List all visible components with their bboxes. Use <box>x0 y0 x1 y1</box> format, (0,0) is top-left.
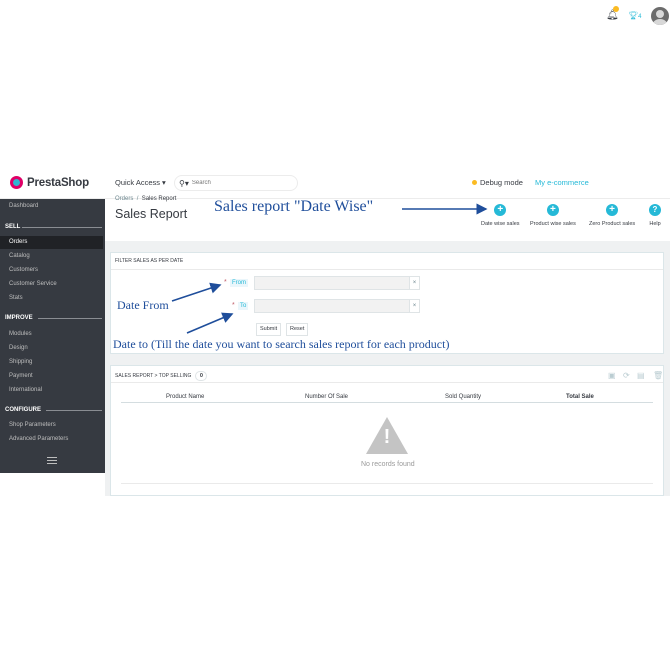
sidebar-divider <box>22 227 102 228</box>
clear-to-icon[interactable]: × <box>409 300 419 312</box>
sidebar: Dashboard SELL Orders Catalog Customers … <box>0 199 105 473</box>
trophy-icon[interactable]: 🏆︎4 <box>628 11 642 20</box>
reset-button[interactable]: Reset <box>286 323 309 336</box>
search-input[interactable] <box>191 180 282 186</box>
plus-circle-icon: + <box>606 204 619 216</box>
debug-mode-label: Debug mode <box>480 178 523 187</box>
top-bar: PrestaShop Quick Access ▾ ⚲▾ Debug mode … <box>0 167 670 199</box>
panel-divider <box>111 382 663 383</box>
sidebar-item-orders[interactable]: Orders <box>0 236 103 249</box>
sidebar-item-shop-parameters[interactable]: Shop Parameters <box>9 422 56 428</box>
filter-panel-title: FILTER SALES AS PER DATE <box>115 258 184 264</box>
toolbar-label: Zero Product sales <box>589 221 636 227</box>
caret-down-icon: ▾ <box>162 178 166 187</box>
product-wise-sales-button[interactable]: + Product wise sales <box>530 204 576 227</box>
breadcrumb: Orders / Sales Report <box>115 196 176 202</box>
help-button[interactable]: ? Help <box>649 204 661 227</box>
breadcrumb-orders[interactable]: Orders <box>115 196 133 202</box>
breadcrumb-current: Sales Report <box>141 196 177 202</box>
to-label: To <box>238 302 249 310</box>
column-sold-quantity[interactable]: Sold Quantity <box>445 394 481 400</box>
column-total-sale[interactable]: Total Sale <box>566 394 594 400</box>
logo-text: PrestaShop <box>27 176 89 189</box>
date-from-input[interactable]: × <box>254 276 420 290</box>
sidebar-item-catalog[interactable]: Catalog <box>9 253 30 259</box>
sidebar-item-customer-service[interactable]: Customer Service <box>9 281 57 287</box>
delete-icon[interactable]: 🗑︎ <box>653 371 663 380</box>
debug-mode: Debug mode <box>472 178 523 187</box>
help-circle-icon: ? <box>649 204 661 216</box>
date-from-value <box>255 277 409 289</box>
debug-status-dot <box>472 180 477 185</box>
panel-divider <box>111 269 663 270</box>
sidebar-divider <box>38 318 102 319</box>
from-label: From <box>230 279 248 287</box>
page-title: Sales Report <box>115 207 188 221</box>
sidebar-item-design[interactable]: Design <box>9 345 28 351</box>
plus-circle-icon: + <box>494 204 507 216</box>
submit-button[interactable]: Submit <box>256 323 282 336</box>
clear-from-icon[interactable]: × <box>409 277 419 289</box>
export-icon[interactable]: ▣ <box>608 371 616 380</box>
sidebar-item-payment[interactable]: Payment <box>9 373 33 379</box>
table-header-divider <box>121 402 653 403</box>
no-records-text: No records found <box>361 461 415 468</box>
plus-circle-icon: + <box>546 204 559 216</box>
toolbar-label: Date wise sales <box>481 221 520 227</box>
avatar[interactable] <box>651 7 669 25</box>
sidebar-section-sell: SELL <box>5 224 21 230</box>
sidebar-item-international[interactable]: International <box>9 387 42 393</box>
report-panel-title: SALES REPORT > TOP SELLING <box>115 373 192 379</box>
sidebar-item-dashboard[interactable]: Dashboard <box>9 203 38 209</box>
sql-icon[interactable]: ▤ <box>637 371 645 380</box>
table-bottom-divider <box>121 483 653 484</box>
sidebar-item-stats[interactable]: Stats <box>9 295 23 301</box>
logo[interactable]: PrestaShop <box>10 176 89 189</box>
report-panel-header: SALES REPORT > TOP SELLING 0 <box>115 371 208 381</box>
annotation-date-to: Date to (Till the date you want to searc… <box>113 337 450 351</box>
date-to-input[interactable]: × <box>254 299 420 313</box>
sidebar-section-configure: CONFIGURE <box>5 407 41 413</box>
quick-access-dropdown[interactable]: Quick Access ▾ <box>115 178 166 187</box>
date-wise-sales-button[interactable]: + Date wise sales <box>481 204 520 227</box>
sidebar-item-advanced-parameters[interactable]: Advanced Parameters <box>9 436 68 442</box>
sidebar-item-shipping[interactable]: Shipping <box>9 359 32 365</box>
refresh-icon[interactable]: ⟳ <box>623 371 630 380</box>
zero-product-sales-button[interactable]: + Zero Product sales <box>589 204 635 227</box>
column-product-name[interactable]: Product Name <box>166 394 204 400</box>
quick-access-label: Quick Access <box>115 178 161 187</box>
sidebar-item-modules[interactable]: Modules <box>9 331 32 337</box>
store-link[interactable]: My e-commerce <box>535 178 589 187</box>
prestashop-logo-icon <box>10 176 23 189</box>
required-mark: * <box>232 302 235 309</box>
breadcrumb-separator: / <box>136 196 139 202</box>
annotation-date-from: Date From <box>117 298 169 312</box>
date-to-value <box>255 300 409 312</box>
required-mark: * <box>224 279 227 286</box>
sidebar-section-improve: IMPROVE <box>5 315 33 321</box>
sidebar-divider <box>46 410 102 411</box>
record-count-badge: 0 <box>195 371 208 381</box>
trophy-count: 4 <box>638 14 642 20</box>
sidebar-item-customers[interactable]: Customers <box>9 267 38 273</box>
annotation-date-wise: Sales report "Date Wise" <box>214 198 374 215</box>
warning-exclamation: ! <box>383 426 391 448</box>
search-icon[interactable]: ⚲▾ <box>179 179 189 188</box>
column-number-of-sale[interactable]: Number Of Sale <box>305 394 348 400</box>
toolbar-label: Help <box>649 221 661 227</box>
toolbar-label: Product wise sales <box>530 221 576 227</box>
search-box: ⚲▾ <box>174 175 298 191</box>
menu-collapse-icon[interactable] <box>47 457 57 466</box>
notification-badge <box>613 6 619 12</box>
